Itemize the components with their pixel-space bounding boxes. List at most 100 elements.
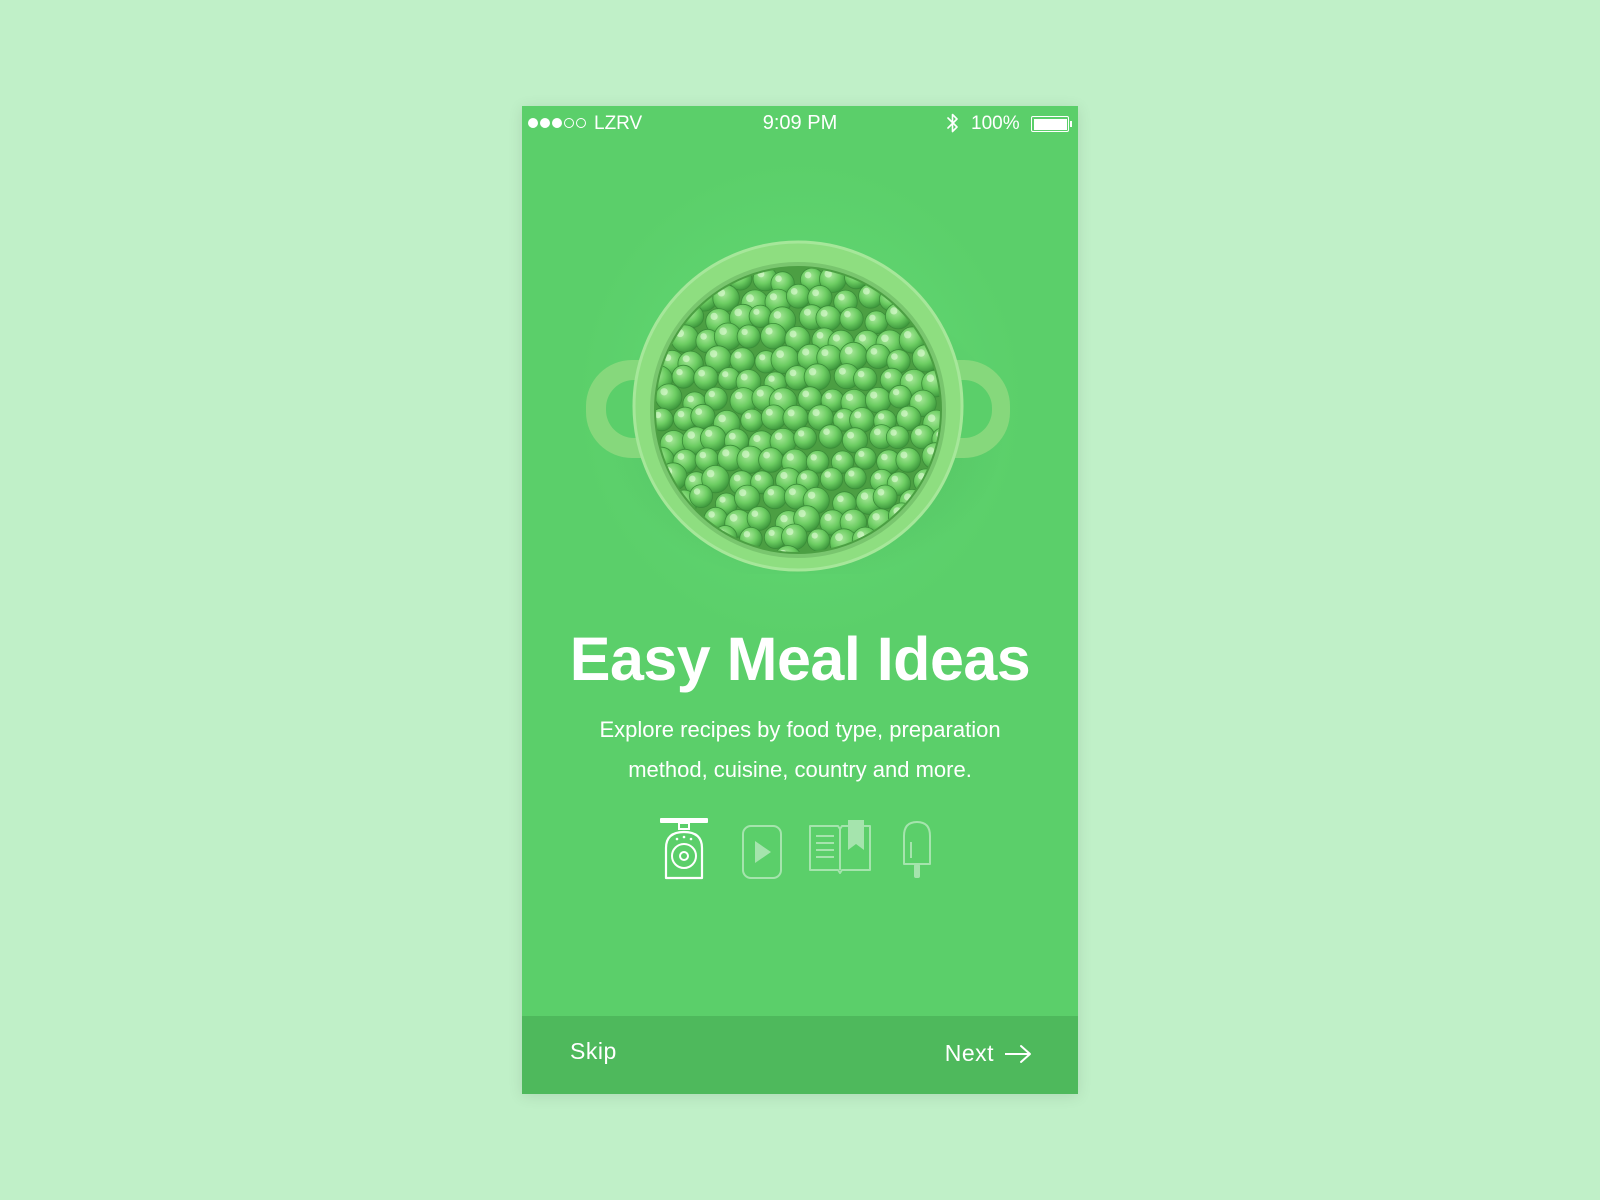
pea	[865, 343, 891, 369]
pea	[793, 426, 817, 450]
pea-highlight	[687, 431, 695, 439]
pea-highlight	[780, 471, 788, 480]
pea	[760, 404, 787, 431]
pea-highlight	[890, 429, 897, 436]
next-label: Next	[944, 1040, 994, 1066]
pea-highlight	[744, 412, 752, 419]
pea-highlight	[741, 450, 750, 458]
pea-highlight	[695, 408, 703, 415]
skip-button[interactable]: Skip	[570, 1038, 617, 1065]
pea	[760, 322, 787, 350]
pea-highlight	[803, 308, 811, 316]
pea-highlight	[812, 289, 819, 297]
pea-highlight	[892, 388, 900, 396]
video-play-icon[interactable]	[741, 824, 783, 880]
pea	[807, 528, 831, 552]
pea	[736, 324, 761, 349]
pea-highlight	[872, 513, 880, 521]
pea-highlight	[746, 294, 754, 303]
pea-highlight	[858, 450, 865, 457]
pea-highlight	[677, 410, 685, 418]
pea	[853, 446, 877, 470]
pea-highlight	[776, 350, 784, 358]
pea-highlight	[741, 328, 748, 336]
pea-highlight	[768, 529, 775, 536]
pea-highlight	[811, 532, 818, 539]
pea-highlight	[698, 369, 705, 377]
pea-highlight	[734, 308, 742, 317]
pea-highlight	[891, 475, 899, 483]
pea	[853, 366, 878, 391]
pea-highlight	[665, 434, 673, 443]
pea-highlight	[728, 432, 736, 440]
pea-highlight	[739, 489, 747, 497]
pea-highlight	[904, 331, 912, 339]
pea-highlight	[915, 428, 922, 436]
pea-highlight	[706, 469, 715, 478]
pea	[785, 283, 811, 309]
pea-highlight	[708, 390, 715, 398]
pea-highlight	[877, 413, 885, 420]
pea-highlight	[693, 488, 701, 495]
pea-highlight	[765, 408, 773, 416]
pea-highlight	[854, 411, 862, 419]
kitchen-scale-icon[interactable]	[658, 818, 710, 880]
pea-highlight	[802, 348, 810, 356]
pea-highlight	[765, 327, 773, 335]
pea-highlight	[835, 533, 843, 542]
pea-highlight	[676, 368, 683, 376]
pea-highlight	[708, 511, 715, 518]
pea-highlight	[838, 293, 845, 301]
pea-highlight	[870, 348, 878, 355]
subtitle-line-2: method, cuisine, country and more.	[628, 757, 972, 782]
next-button[interactable]: Next	[945, 1040, 1032, 1067]
pea-highlight	[734, 351, 742, 359]
pea	[690, 403, 716, 429]
pea-highlight	[835, 454, 842, 461]
pea-highlight	[860, 492, 869, 500]
pea-highlight	[845, 393, 854, 401]
pea	[839, 306, 864, 331]
pea	[699, 425, 727, 452]
pea-highlight	[802, 390, 810, 398]
pea-highlight	[890, 307, 898, 315]
pea-highlight	[844, 310, 851, 318]
pea-highlight	[705, 429, 713, 437]
pea-highlight	[804, 271, 812, 279]
recipe-book-icon[interactable]	[808, 820, 872, 876]
pea	[746, 506, 772, 531]
pea-highlight	[773, 311, 782, 319]
pea-highlight	[677, 453, 685, 460]
pea-highlight	[820, 309, 828, 317]
pea-highlight	[884, 372, 892, 379]
pea	[762, 484, 788, 510]
arrow-right-icon	[1005, 1044, 1031, 1063]
pea-highlight	[789, 369, 797, 377]
pea-highlight	[756, 389, 764, 397]
bowl-of-peas-image	[586, 240, 1010, 574]
pea	[843, 466, 867, 490]
pea	[671, 364, 696, 389]
pea-highlight	[722, 449, 730, 457]
pea-highlight	[807, 491, 816, 499]
pea-highlight	[863, 287, 870, 295]
pea-highlight	[787, 409, 795, 417]
pea-highlight	[786, 453, 794, 461]
pea-highlight	[858, 334, 866, 342]
battery-percentage: 100%	[971, 113, 1020, 134]
pea	[818, 424, 843, 449]
bottom-navigation-bar: Skip Next	[522, 1016, 1078, 1094]
pea-highlight	[740, 373, 748, 381]
pea	[819, 467, 844, 491]
pea	[895, 447, 921, 473]
pea-highlight	[719, 327, 727, 335]
pea-highlight	[901, 410, 908, 417]
pea-highlight	[917, 349, 925, 357]
pea-highlight	[709, 350, 718, 358]
pea-highlight	[848, 470, 855, 477]
popsicle-icon[interactable]	[900, 820, 934, 882]
subtitle-line-1: Explore recipes by food type, preparatio…	[599, 717, 1001, 742]
pea	[803, 363, 831, 391]
pea-highlight	[870, 391, 878, 399]
phone-screen: LZRV 9:09 PM 100% Easy Meal Ideas Explor…	[522, 106, 1078, 1094]
